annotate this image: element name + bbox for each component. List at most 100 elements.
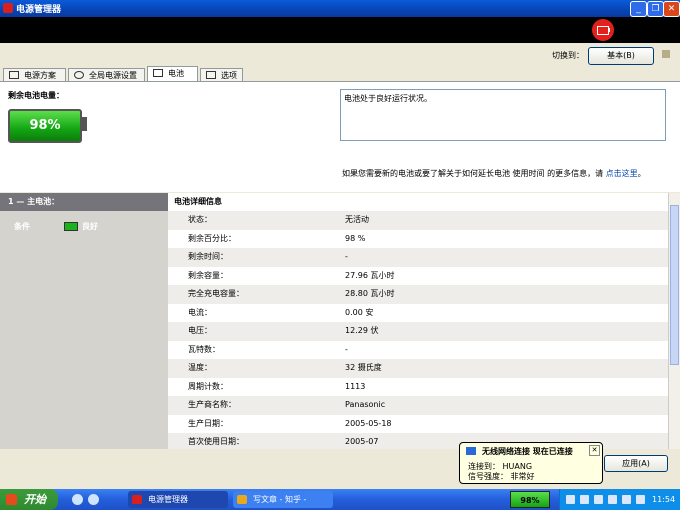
battery-icon: [153, 69, 163, 77]
scroll-thumb[interactable]: [670, 205, 679, 365]
detail-key: 状态：: [188, 215, 212, 224]
battery-condition-icon: [64, 222, 78, 231]
details-header: 电池详细信息: [174, 197, 222, 206]
tab-label: 全局电源设置: [89, 71, 137, 80]
detail-value: 28.80 瓦小时: [345, 289, 395, 298]
power-manager-icon: [132, 495, 142, 504]
minimize-button[interactable]: _: [630, 1, 647, 17]
detail-row: 剩余百分比： 98 %: [168, 230, 668, 249]
battery-terminal: [82, 117, 87, 131]
tray-app-icon[interactable]: [636, 495, 645, 504]
detail-row: 剩余时间： -: [168, 248, 668, 267]
tab-label: 电源方案: [24, 71, 56, 80]
detail-key: 生产商名称：: [188, 400, 236, 409]
tab-power-plans[interactable]: 电源方案: [3, 68, 66, 81]
detail-value: 32 摄氏度: [345, 363, 382, 372]
detail-value: 27.96 瓦小时: [345, 270, 395, 280]
tab-label: 选项: [221, 71, 237, 80]
signal-strength: 信号强度： 非常好: [468, 472, 535, 481]
tab-global-settings[interactable]: 全局电源设置: [68, 68, 145, 81]
detail-row: 电流： 0.00 安: [168, 304, 668, 323]
close-button[interactable]: ✕: [663, 1, 680, 17]
status-text-box: 电池处于良好运行状况。: [340, 89, 666, 141]
tab-options[interactable]: 选项: [200, 68, 243, 81]
speaker-icon[interactable]: [580, 495, 589, 504]
task-zhihu[interactable]: 写文章 - 知乎 -: [233, 491, 333, 508]
battery-gauge: 98%: [8, 109, 82, 143]
tab-label: 电池: [168, 69, 184, 78]
gear-icon: [74, 71, 84, 79]
tray-app-icon[interactable]: [608, 495, 617, 504]
details-scrollbar[interactable]: [668, 193, 680, 449]
maximize-button[interactable]: ❐: [647, 1, 664, 17]
detail-key: 电流：: [188, 307, 212, 317]
battery-power-icon: [592, 19, 614, 41]
detail-key: 完全充电容量：: [188, 289, 244, 298]
detail-key: 周期计数：: [188, 381, 228, 391]
tray-app-icon[interactable]: [622, 495, 631, 504]
condition-label: 条件: [14, 222, 30, 231]
wireless-icon: [466, 447, 476, 455]
switch-label: 切换到：: [552, 51, 584, 60]
battery-details-pane: 电池详细信息 状态： 无活动剩余百分比： 98 % 剩余时间： - 剩余容量： 27.96 …: [168, 193, 668, 449]
detail-value: -: [345, 344, 348, 354]
taskbar: 开始 电源管理器 写文章 - 知乎 - 98% 11:54: [0, 489, 680, 510]
detail-key: 剩余容量：: [188, 270, 228, 280]
title-bar[interactable]: 电源管理器 _ ❐ ✕: [0, 0, 680, 17]
remaining-charge-label: 剩余电池电量：: [8, 91, 64, 100]
click-here-link[interactable]: 点击这里: [606, 169, 638, 178]
start-label: 开始: [24, 493, 46, 506]
battery-panel: 剩余电池电量： 98% 电池处于良好运行状况。 如果您需要新的电池或要了解关于如…: [0, 81, 680, 192]
detail-row: 瓦特数： -: [168, 341, 668, 360]
detail-value: 无活动: [345, 215, 369, 224]
detail-value: 2005-07: [345, 437, 379, 446]
detail-key: 瓦特数：: [188, 344, 220, 354]
ie-icon[interactable]: [72, 494, 83, 505]
detail-row: 剩余容量： 27.96 瓦小时: [168, 267, 668, 286]
clock: 11:54: [652, 495, 676, 504]
main-battery-item[interactable]: 1 — 主电池：: [0, 193, 168, 211]
detail-key: 电压：: [188, 326, 212, 335]
detail-row: 状态： 无活动: [168, 211, 668, 230]
battery-list-pane: 1 — 主电池： 条件 良好: [0, 193, 168, 449]
detail-key: 生产日期：: [188, 418, 228, 428]
task-label: 写文章 - 知乎 -: [253, 495, 307, 504]
checkbox-icon: [206, 71, 216, 79]
network-notification[interactable]: 无线网络连接 现在已连接 ✕ 连接到： HUANG 信号强度： 非常好: [459, 442, 603, 484]
tray-app-icon[interactable]: [594, 495, 603, 504]
detail-row: 生产日期： 2005-05-18: [168, 415, 668, 434]
window-title: 电源管理器: [16, 5, 62, 15]
tray-battery-indicator[interactable]: 98%: [510, 491, 550, 508]
detail-value: -: [345, 252, 348, 261]
detail-key: 剩余百分比：: [188, 233, 236, 243]
tab-battery[interactable]: 电池: [147, 66, 198, 82]
header-band: [0, 17, 680, 43]
detail-value: 0.00 安: [345, 307, 374, 317]
app-icon: [3, 3, 13, 13]
detail-value: 1113: [345, 381, 366, 391]
system-tray: 11:54: [559, 489, 680, 510]
info-line: 如果您需要新的电池或要了解关于如何延长电池 使用时间 的更多信息，请 点击这里。: [342, 168, 646, 179]
explorer-icon[interactable]: [88, 494, 99, 505]
detail-value: 98 %: [345, 233, 366, 243]
network-icon[interactable]: [566, 495, 575, 504]
detail-key: 首次使用日期：: [188, 437, 244, 446]
task-label: 电源管理器: [148, 495, 188, 504]
browser-icon: [237, 495, 247, 504]
task-power-manager[interactable]: 电源管理器: [128, 491, 228, 508]
basic-mode-button[interactable]: 基本(B): [588, 47, 654, 65]
windows-logo-icon: [6, 494, 17, 505]
start-button[interactable]: 开始: [0, 489, 58, 510]
condition-value: 良好: [82, 222, 98, 231]
detail-key: 剩余时间：: [188, 252, 228, 261]
apply-button[interactable]: 应用(A): [604, 455, 668, 472]
detail-row: 生产商名称： Panasonic: [168, 396, 668, 415]
detail-row: 周期计数： 1113: [168, 378, 668, 397]
help-icon[interactable]: [662, 50, 670, 58]
notification-title: 无线网络连接 现在已连接: [482, 447, 573, 456]
info-text: 如果您需要新的电池或要了解关于如何延长电池 使用时间 的更多信息，请: [342, 169, 604, 178]
detail-row: 完全充电容量： 28.80 瓦小时: [168, 285, 668, 304]
close-icon[interactable]: ✕: [589, 445, 600, 456]
detail-value: 12.29 伏: [345, 326, 379, 335]
plug-icon: [9, 71, 19, 79]
